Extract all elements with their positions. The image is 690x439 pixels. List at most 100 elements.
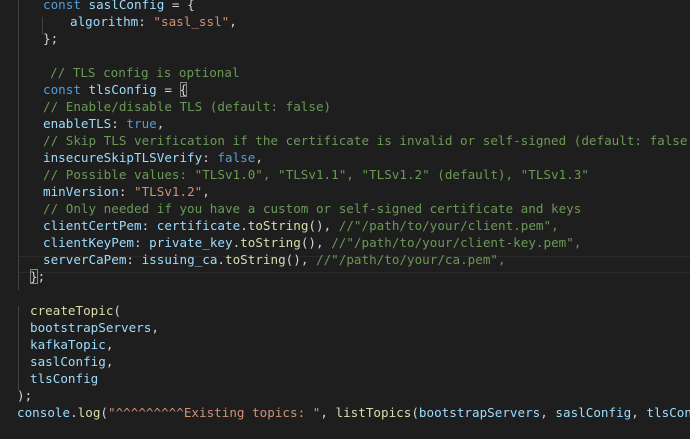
code-token: toString <box>247 218 309 233</box>
code-token: algorithm <box>70 14 139 29</box>
code-line[interactable]: }; <box>30 268 45 285</box>
code-line[interactable]: createTopic( <box>30 302 121 319</box>
code-token: = { <box>164 0 195 12</box>
code-token: //"/path/to/your/client.pem", <box>338 218 559 233</box>
code-token: : <box>118 184 134 199</box>
code-token: false <box>217 150 256 165</box>
code-token: , <box>105 337 114 352</box>
code-token: (), <box>308 218 339 233</box>
code-token: ( <box>100 405 109 420</box>
code-token: , <box>151 320 159 335</box>
code-line[interactable]: serverCaPem: issuing_ca.toString(), //"/… <box>43 251 506 268</box>
code-token: listTopics <box>335 405 412 420</box>
code-token: const <box>43 0 89 12</box>
code-token: serverCaPem <box>43 252 127 267</box>
code-token: toString <box>225 252 286 267</box>
code-token: bootstrapServers <box>30 320 152 335</box>
code-line[interactable]: // Enable/disable TLS (default: false) <box>43 98 331 115</box>
indent-guide <box>18 0 19 290</box>
code-line[interactable]: const tlsConfig = { <box>43 81 188 98</box>
code-token: . <box>240 218 248 233</box>
code-token: // Possible values: "TLSv1.0", "TLSv1.1"… <box>43 167 589 182</box>
code-token: , <box>540 405 556 420</box>
code-token: = <box>156 82 180 97</box>
code-line[interactable]: tlsConfig <box>30 370 98 387</box>
code-line[interactable]: saslConfig, <box>30 353 113 370</box>
code-line[interactable]: bootstrapServers, <box>30 319 159 336</box>
code-token: , <box>105 354 114 369</box>
code-token: . <box>217 252 225 267</box>
code-line[interactable]: const saslConfig = { <box>43 0 195 13</box>
code-token: const <box>43 82 89 97</box>
code-line[interactable]: kafkaTopic, <box>30 336 113 353</box>
code-token: ( <box>113 303 121 318</box>
code-token: . <box>70 405 78 420</box>
code-token: : <box>138 14 154 29</box>
code-token: (), <box>300 235 332 250</box>
code-token: true <box>126 116 157 131</box>
code-token: , <box>320 405 336 420</box>
code-token: // TLS config is optional <box>50 65 240 80</box>
code-token: , <box>156 116 165 131</box>
code-line[interactable]: clientCertPem: certificate.toString(), /… <box>43 217 559 234</box>
code-token: bootstrapServers <box>418 405 541 420</box>
code-line[interactable]: // Only needed if you have a custom or s… <box>43 200 581 217</box>
code-token: (), <box>285 252 317 267</box>
code-token: insecureSkipTLSVerify <box>43 150 203 165</box>
code-token: , <box>229 14 237 29</box>
code-line[interactable]: insecureSkipTLSVerify: false, <box>43 149 263 166</box>
code-token: : <box>202 150 218 165</box>
code-line[interactable]: minVersion: "TLSv1.2", <box>43 183 210 200</box>
code-token: // Enable/disable TLS (default: false) <box>43 99 332 114</box>
code-token: toString <box>240 235 301 250</box>
code-token: , <box>631 405 647 420</box>
code-token: { <box>179 82 188 97</box>
code-token: ); <box>17 388 33 403</box>
code-line[interactable]: // TLS config is optional <box>50 64 240 81</box>
code-token: private_key <box>149 235 233 250</box>
code-token: , <box>255 150 263 165</box>
code-line[interactable]: }; <box>43 30 58 47</box>
code-token: tlsConfig <box>646 405 690 420</box>
code-token: clientCertPem <box>43 218 142 233</box>
code-line[interactable]: enableTLS: true, <box>43 115 164 132</box>
code-line[interactable]: clientKeyPem: private_key.toString(), //… <box>43 234 581 251</box>
code-token: issuing_ca <box>141 252 218 267</box>
code-token: saslConfig <box>88 0 165 12</box>
indent-guide <box>18 306 19 391</box>
code-token: clientKeyPem <box>43 235 134 250</box>
code-token: //"/path/to/your/ca.pem", <box>316 252 506 267</box>
code-line[interactable]: ); <box>17 387 32 404</box>
code-token: ; <box>37 269 46 284</box>
code-token: : <box>134 235 150 250</box>
code-token: : <box>141 218 157 233</box>
code-token: "^^^^^^^^^Existing topics: " <box>108 405 321 420</box>
code-token: minVersion <box>43 184 119 199</box>
code-token: log <box>77 405 101 420</box>
code-token: tlsConfig <box>88 82 157 97</box>
code-token: tlsConfig <box>30 371 99 386</box>
code-token: : <box>111 116 127 131</box>
code-line[interactable]: algorithm: "sasl_ssl", <box>70 13 237 30</box>
code-token: console <box>17 405 71 420</box>
code-token: }; <box>43 31 59 46</box>
code-line[interactable]: console.log("^^^^^^^^^Existing topics: "… <box>17 404 690 421</box>
code-token: // Only needed if you have a custom or s… <box>43 201 582 216</box>
code-token: : <box>126 252 142 267</box>
code-line[interactable]: // Skip TLS verification if the certific… <box>43 132 690 149</box>
code-token: } <box>30 269 38 284</box>
code-token: kafkaTopic <box>30 337 106 352</box>
code-token: // Skip TLS verification if the certific… <box>43 133 690 148</box>
code-token: certificate <box>156 218 241 233</box>
code-token: saslConfig <box>555 405 632 420</box>
code-line[interactable]: // Possible values: "TLSv1.0", "TLSv1.1"… <box>43 166 589 183</box>
code-token: "sasl_ssl" <box>153 14 230 29</box>
code-token: ( <box>411 405 419 420</box>
code-token: //"/path/to/your/client-key.pem", <box>331 235 582 250</box>
code-editor[interactable]: const saslConfig = {algorithm: "sasl_ssl… <box>0 0 690 439</box>
code-token: saslConfig <box>30 354 106 369</box>
code-token: enableTLS <box>43 116 112 131</box>
code-token: createTopic <box>30 303 114 318</box>
code-token: , <box>202 184 210 199</box>
code-token: "TLSv1.2" <box>134 184 203 199</box>
